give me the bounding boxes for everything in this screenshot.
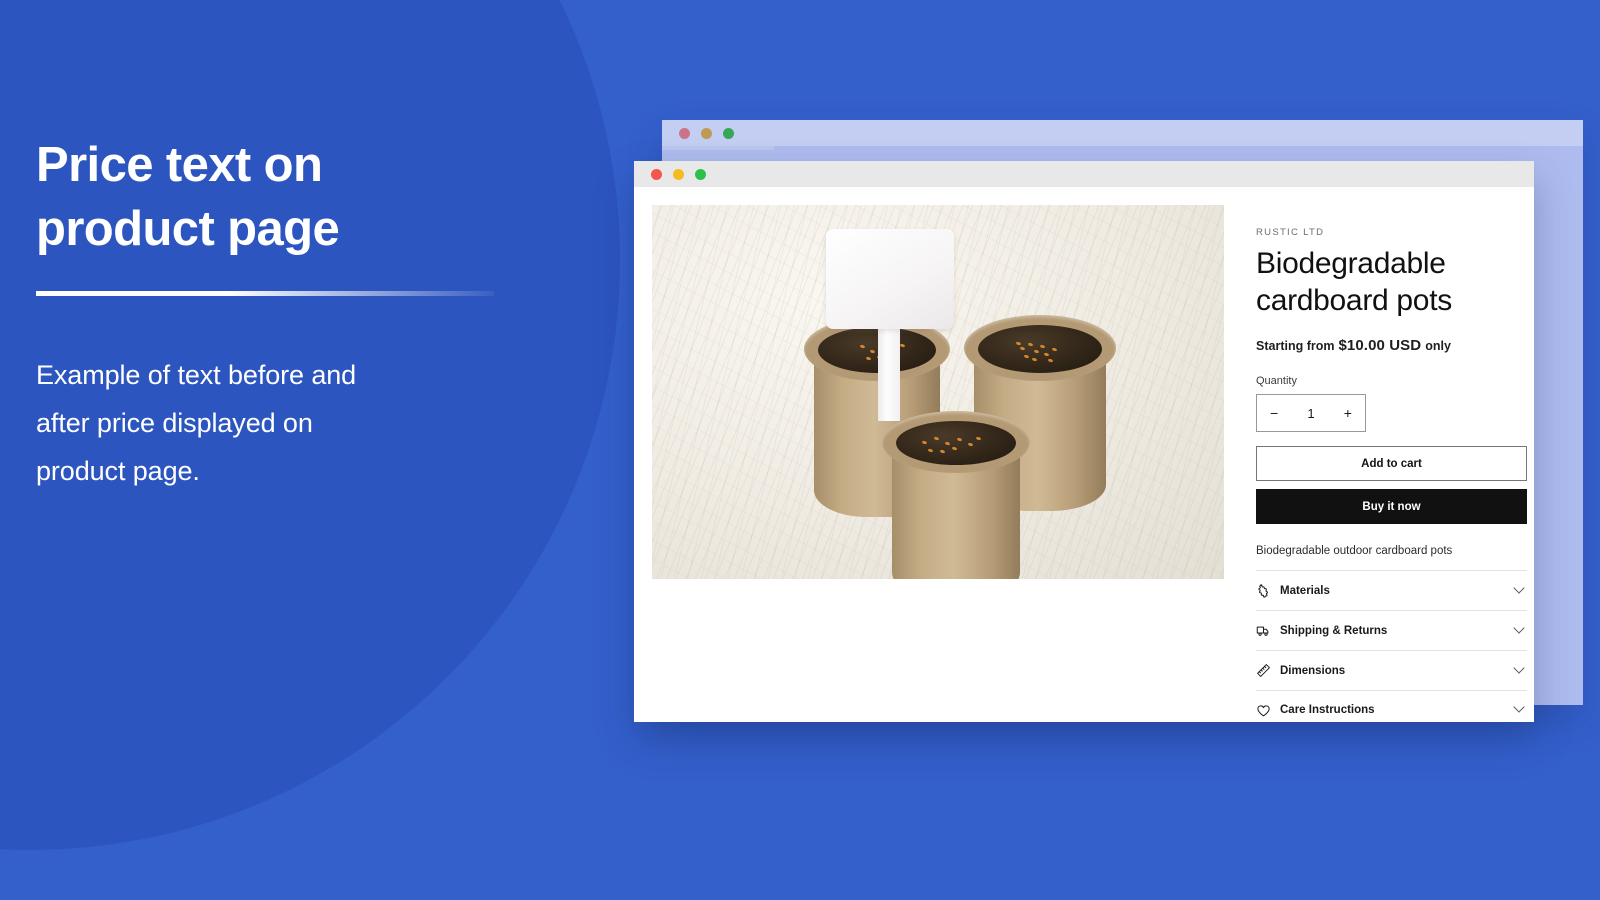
product-page-browser-window[interactable]: RUSTIC LTD Biodegradable cardboard pots … <box>634 161 1534 722</box>
product-description: Biodegradable outdoor cardboard pots <box>1256 545 1453 558</box>
accordion-label: Materials <box>1280 584 1330 597</box>
chevron-down-icon[interactable] <box>1513 662 1525 674</box>
accordion-row-materials[interactable]: Materials <box>1256 570 1527 610</box>
product-details: RUSTIC LTD Biodegradable cardboard pots … <box>1224 205 1534 722</box>
minimize-window-dot[interactable] <box>701 127 712 139</box>
quantity-stepper[interactable]: − 1 + <box>1256 394 1366 433</box>
title-divider <box>36 291 494 297</box>
cardboard-pot-front <box>882 411 1030 579</box>
accordion-label: Care Instructions <box>1280 704 1375 717</box>
accordion-label: Dimensions <box>1280 664 1346 677</box>
maximize-window-dot[interactable] <box>723 127 734 139</box>
price-suffix-text: only <box>1425 339 1451 354</box>
ruler-icon <box>1256 663 1271 678</box>
leather-hide-icon <box>1256 583 1271 598</box>
quantity-input[interactable]: 1 <box>1307 406 1314 421</box>
product-image[interactable] <box>652 205 1224 579</box>
add-to-cart-button[interactable]: Add to cart <box>1256 446 1527 482</box>
product-accordion: Materials Shipping & Returns Dimensions … <box>1256 570 1527 722</box>
truck-icon <box>1256 623 1271 638</box>
close-window-dot[interactable] <box>679 127 690 139</box>
accordion-row-care-instructions[interactable]: Care Instructions <box>1256 690 1527 722</box>
promo-description: Example of text before and after price d… <box>36 360 357 487</box>
quantity-label: Quantity <box>1256 375 1297 388</box>
quantity-decrement-button[interactable]: − <box>1270 406 1278 420</box>
product-page: RUSTIC LTD Biodegradable cardboard pots … <box>634 187 1534 722</box>
accordion-row-dimensions[interactable]: Dimensions <box>1256 650 1527 690</box>
chevron-down-icon[interactable] <box>1513 701 1525 714</box>
product-title: Biodegradable cardboard pots <box>1256 247 1452 318</box>
buy-it-now-button[interactable]: Buy it now <box>1256 489 1527 525</box>
chevron-down-icon[interactable] <box>1513 582 1525 594</box>
minimize-window-dot[interactable] <box>673 168 684 180</box>
front-window-titlebar <box>634 161 1534 187</box>
price-prefix-text: Starting from <box>1256 339 1335 354</box>
close-window-dot[interactable] <box>651 168 662 180</box>
back-window-titlebar <box>662 120 1583 146</box>
heart-icon <box>1256 703 1271 718</box>
price-value: $10.00 USD <box>1338 337 1422 355</box>
quantity-increment-button[interactable]: + <box>1344 406 1352 420</box>
chevron-down-icon[interactable] <box>1513 622 1525 634</box>
accordion-row-shipping-returns[interactable]: Shipping & Returns <box>1256 610 1527 650</box>
plant-label-card <box>826 229 954 329</box>
promo-panel: Price text on product page Example of te… <box>36 134 556 496</box>
product-vendor: RUSTIC LTD <box>1256 227 1325 238</box>
accordion-label: Shipping & Returns <box>1280 624 1388 637</box>
product-price: Starting from $10.00 USD only <box>1256 337 1527 354</box>
maximize-window-dot[interactable] <box>695 168 706 180</box>
page-title: Price text on product page <box>36 138 340 256</box>
